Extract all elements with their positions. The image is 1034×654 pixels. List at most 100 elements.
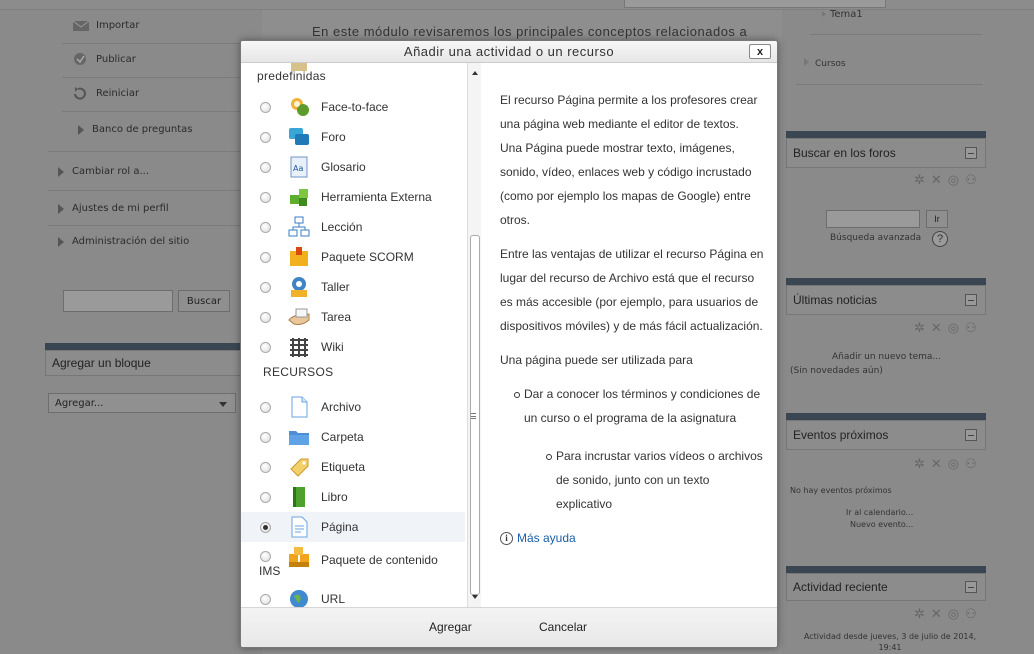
cursos-link[interactable]: Cursos <box>804 58 846 69</box>
busqueda-avanzada-link[interactable]: Búsqueda avanzada <box>830 233 921 243</box>
buscar-foros-title: Buscar en los foros <box>793 146 896 160</box>
block-controls[interactable]: ✲✕◎⚇ <box>914 456 983 472</box>
radio[interactable] <box>260 191 271 203</box>
module-url[interactable]: URL <box>241 584 465 607</box>
scroll-down-icon[interactable] <box>472 595 478 599</box>
minimize-icon[interactable] <box>965 294 977 306</box>
radio[interactable] <box>260 251 271 263</box>
lesson-icon <box>288 216 310 238</box>
module-label: Carpeta <box>321 430 364 444</box>
external-tool-icon <box>288 186 310 208</box>
description-paragraph: Una página puede ser utilizada para <box>500 353 693 367</box>
radio[interactable] <box>260 491 271 503</box>
add-button[interactable]: Agregar <box>429 620 472 634</box>
radio-selected[interactable] <box>260 521 271 533</box>
radio[interactable] <box>260 341 271 353</box>
divider <box>62 77 240 78</box>
radio[interactable] <box>260 161 271 173</box>
publish-icon <box>72 52 90 66</box>
module-description: El recurso Página permite a los profesor… <box>486 63 777 607</box>
bg-search-input[interactable] <box>63 290 173 312</box>
ir-calendario-link[interactable]: Ir al calendario... <box>846 508 913 517</box>
nav-importar[interactable]: Importar <box>72 18 139 32</box>
radio[interactable] <box>260 311 271 323</box>
module-taller[interactable]: Taller <box>241 272 465 302</box>
description-sublist: Para incrustar varios vídeos o archivos … <box>546 444 764 516</box>
module-glosario[interactable]: Aa Glosario <box>241 152 465 182</box>
module-label: Glosario <box>321 160 366 174</box>
tema-label: Tema1 <box>830 9 863 20</box>
page-icon <box>288 516 310 538</box>
right-column: Tema1 Cursos Buscar en los foros ✲✕◎⚇ Ir… <box>782 0 1034 654</box>
close-button[interactable]: x <box>749 44 771 59</box>
list-scrollbar[interactable] <box>467 63 481 607</box>
radio[interactable] <box>260 593 271 605</box>
actividad-reciente-title: Actividad reciente <box>793 580 888 594</box>
bg-search-button[interactable]: Buscar <box>178 290 230 312</box>
agregar-select[interactable]: Agregar... <box>48 393 236 413</box>
nav-publicar[interactable]: Publicar <box>72 52 136 66</box>
radio[interactable] <box>260 401 271 413</box>
block-controls[interactable]: ✲✕◎⚇ <box>914 320 983 336</box>
block-controls[interactable]: ✲✕◎⚇ <box>914 172 983 188</box>
left-column: Importar Publicar Reiniciar Banco de pre… <box>0 10 250 654</box>
description-bullet-text: Para incrustar varios vídeos o archivos … <box>556 449 763 511</box>
module-archivo[interactable]: Archivo <box>241 392 465 422</box>
center-intro-text: En este módulo revisaremos los principal… <box>312 24 748 39</box>
nuevo-evento-link[interactable]: Nuevo evento... <box>850 520 913 529</box>
block-bar <box>786 566 986 573</box>
more-help-link[interactable]: i Más ayuda <box>500 526 764 550</box>
divider <box>62 43 240 44</box>
minimize-icon[interactable] <box>965 581 977 593</box>
module-pagina[interactable]: Página <box>241 512 465 542</box>
radio[interactable] <box>260 461 271 473</box>
tema-link[interactable]: Tema1 <box>822 9 863 20</box>
module-scorm[interactable]: Paquete SCORM <box>241 242 465 272</box>
nav-banco-preguntas[interactable]: Banco de preguntas <box>78 124 192 135</box>
module-label: Face-to-face <box>321 100 389 114</box>
module-herramienta-externa[interactable]: Herramienta Externa <box>241 182 465 212</box>
cancel-button[interactable]: Cancelar <box>539 620 587 634</box>
module-label: Taller <box>321 280 350 294</box>
radio[interactable] <box>260 131 271 143</box>
radio[interactable] <box>260 221 271 233</box>
radio[interactable] <box>260 101 271 113</box>
buscar-foros-header: Buscar en los foros <box>786 138 986 168</box>
module-label: Herramienta Externa <box>321 190 432 204</box>
folder-icon <box>288 426 310 448</box>
description-paragraph: Entre las ventajas de utilizar el recurs… <box>500 247 764 333</box>
radio[interactable] <box>260 281 271 293</box>
nav-reiniciar-label: Reiniciar <box>96 87 140 99</box>
minimize-icon[interactable] <box>965 147 977 159</box>
module-carpeta[interactable]: Carpeta <box>241 422 465 452</box>
module-list: predefinidas Face-to-face Foro Aa Glosar… <box>241 63 469 607</box>
nav-ajustes-perfil[interactable]: Ajustes de mi perfil <box>58 203 169 214</box>
module-label: Tarea <box>321 310 352 324</box>
cursos-label: Cursos <box>815 59 846 69</box>
forum-search-button[interactable]: Ir <box>926 210 948 228</box>
add-activity-modal: Añadir una actividad o un recurso x pred… <box>240 40 778 648</box>
module-face-to-face[interactable]: Face-to-face <box>241 92 465 122</box>
help-icon[interactable]: ? <box>932 231 948 247</box>
nav-cambiar-rol[interactable]: Cambiar rol a... <box>58 166 149 177</box>
module-foro[interactable]: Foro <box>241 122 465 152</box>
nav-reiniciar[interactable]: Reiniciar <box>72 86 139 100</box>
forum-icon <box>288 126 310 148</box>
module-etiqueta[interactable]: Etiqueta <box>241 452 465 482</box>
anadir-tema-link[interactable]: Añadir un nuevo tema... <box>832 352 941 362</box>
module-wiki[interactable]: Wiki <box>241 332 465 362</box>
module-leccion[interactable]: Lección <box>241 212 465 242</box>
module-tarea[interactable]: Tarea <box>241 302 465 332</box>
block-controls[interactable]: ✲✕◎⚇ <box>914 606 983 622</box>
radio[interactable] <box>260 431 271 443</box>
modal-footer: Agregar Cancelar <box>241 607 777 647</box>
nav-administracion[interactable]: Administración del sitio <box>58 236 189 247</box>
module-label: Paquete de contenido <box>321 553 438 567</box>
module-libro[interactable]: Libro <box>241 482 465 512</box>
minimize-icon[interactable] <box>965 429 977 441</box>
radio[interactable] <box>260 551 271 562</box>
divider <box>48 151 240 152</box>
forum-search-input[interactable] <box>826 210 920 228</box>
scroll-up-icon[interactable] <box>472 71 478 75</box>
module-paquete-ims[interactable]: Paquete de contenido IMS <box>241 542 465 578</box>
